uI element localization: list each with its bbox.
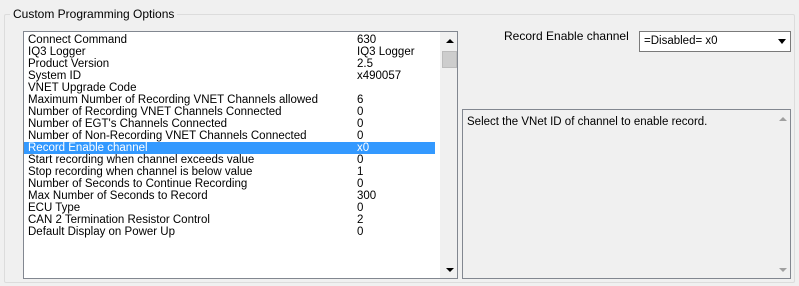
option-name: IQ3 Logger [28, 46, 86, 58]
option-name: VNET Upgrade Code [28, 82, 137, 94]
dropdown-button[interactable] [773, 32, 790, 51]
list-item[interactable]: Stop recording when channel is below val… [24, 166, 435, 178]
option-value: 0 [357, 178, 364, 190]
list-item[interactable]: ECU Type 0 [24, 202, 435, 214]
option-value: 0 [357, 118, 364, 130]
option-name: Number of EGT's Channels Connected [28, 118, 228, 130]
record-enable-channel-select[interactable]: =Disabled= x0 [639, 31, 791, 52]
list-item[interactable]: VNET Upgrade Code [24, 82, 435, 94]
option-value: 0 [357, 130, 364, 142]
group-title: Custom Programming Options [10, 6, 178, 22]
list-item[interactable]: Number of Seconds to Continue Recording 0 [24, 178, 435, 190]
option-name: CAN 2 Termination Resistor Control [28, 214, 210, 226]
desc-scroll-up-button[interactable] [774, 110, 791, 127]
scroll-down-icon [445, 267, 454, 272]
option-name: System ID [28, 70, 82, 82]
record-enable-channel-label: Record Enable channel [504, 29, 629, 43]
option-name: Default Display on Power Up [28, 226, 176, 238]
option-name: Number of Recording VNET Channels Connec… [28, 106, 282, 118]
record-enable-channel-value: =Disabled= x0 [644, 35, 718, 47]
list-item[interactable]: Start recording when channel exceeds val… [24, 154, 435, 166]
options-listbox[interactable]: Connect Command 630 IQ3 Logger IQ3 Logger Pr… [23, 31, 458, 279]
option-value: 0 [357, 202, 364, 214]
list-item[interactable]: Max Number of Seconds to Record 300 [24, 190, 435, 202]
option-name: Connect Command [28, 34, 128, 46]
option-value: 1 [357, 166, 364, 178]
option-value: 300 [357, 190, 377, 202]
scroll-up-icon [445, 38, 454, 43]
list-item[interactable]: Record Enable channel x0 [24, 142, 435, 154]
list-item[interactable]: Default Display on Power Up 0 [24, 226, 435, 238]
description-box[interactable]: Select the VNet ID of channel to enable … [462, 109, 791, 279]
option-value: 0 [357, 226, 364, 238]
list-item[interactable]: CAN 2 Termination Resistor Control 2 [24, 214, 435, 226]
option-value: x0 [357, 142, 370, 154]
list-item[interactable]: Number of Recording VNET Channels Connec… [24, 106, 435, 118]
list-item[interactable]: IQ3 Logger IQ3 Logger [24, 46, 435, 58]
description-text: Select the VNet ID of channel to enable … [467, 116, 708, 128]
list-item[interactable]: Number of Non-Recording VNET Channels Co… [24, 130, 435, 142]
option-name: Maximum Number of Recording VNET Channel… [28, 94, 318, 106]
option-value: 0 [357, 154, 364, 166]
scroll-up-icon [778, 116, 787, 121]
list-item[interactable]: Number of EGT's Channels Connected 0 [24, 118, 435, 130]
option-name: Start recording when channel exceeds val… [28, 154, 255, 166]
scroll-down-icon [778, 267, 787, 272]
option-name: ECU Type [28, 202, 81, 214]
option-name: Product Version [28, 58, 110, 70]
chevron-down-icon [777, 39, 786, 44]
options-list-scrollbar[interactable] [440, 32, 457, 278]
scrollbar-thumb[interactable] [442, 51, 457, 68]
option-value: 2.5 [357, 58, 373, 70]
option-value: 6 [357, 94, 364, 106]
option-name: Stop recording when channel is below val… [28, 166, 253, 178]
list-item[interactable]: Product Version 2.5 [24, 58, 435, 70]
option-name: Max Number of Seconds to Record [28, 190, 208, 202]
scroll-up-button[interactable] [441, 32, 457, 49]
options-list: Connect Command 630 IQ3 Logger IQ3 Logger Pr… [24, 34, 435, 238]
description-scrollbar[interactable] [773, 110, 790, 278]
list-item[interactable]: System ID x490057 [24, 70, 435, 82]
scroll-down-button[interactable] [441, 261, 457, 278]
option-value: x490057 [357, 70, 402, 82]
option-name: Record Enable channel [28, 142, 148, 154]
option-value: 2 [357, 214, 364, 226]
list-item[interactable]: Maximum Number of Recording VNET Channel… [24, 94, 435, 106]
option-value: 0 [357, 106, 364, 118]
list-item[interactable]: Connect Command 630 [24, 34, 435, 46]
option-name: Number of Seconds to Continue Recording [28, 178, 248, 190]
option-value: IQ3 Logger [357, 46, 415, 58]
option-name: Number of Non-Recording VNET Channels Co… [28, 130, 307, 142]
desc-scroll-down-button[interactable] [774, 261, 791, 278]
option-value: 630 [357, 34, 377, 46]
